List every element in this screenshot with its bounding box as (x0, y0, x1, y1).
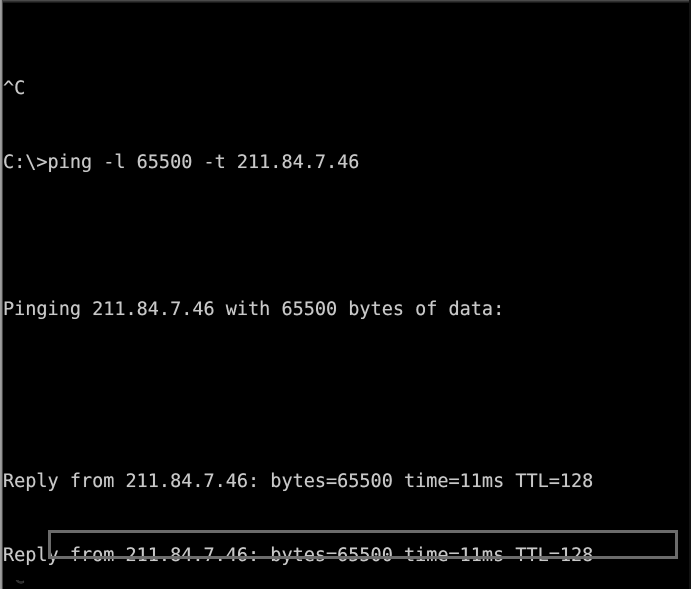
partial-next-line: ^C (3, 580, 691, 589)
window-frame-top-edge (0, 0, 691, 3)
reply-line: Reply from 211.84.7.46: bytes=65500 time… (3, 471, 594, 493)
command-prompt-line: C:\>ping -l 65500 -t 211.84.7.46 (3, 151, 360, 173)
interrupt-echo-line: ^C (3, 77, 26, 99)
reply-line: Reply from 211.84.7.46: bytes=65500 time… (3, 545, 594, 567)
console-output-buffer[interactable]: ^C C:\>ping -l 65500 -t 211.84.7.46 Ping… (3, 3, 691, 589)
window-frame-left-edge (0, 0, 3, 589)
command-prompt-window[interactable]: ^C C:\>ping -l 65500 -t 211.84.7.46 Ping… (0, 0, 691, 589)
ping-header-line: Pinging 211.84.7.46 with 65500 bytes of … (3, 299, 505, 321)
clipped-next-line-region: ^C (3, 580, 691, 589)
